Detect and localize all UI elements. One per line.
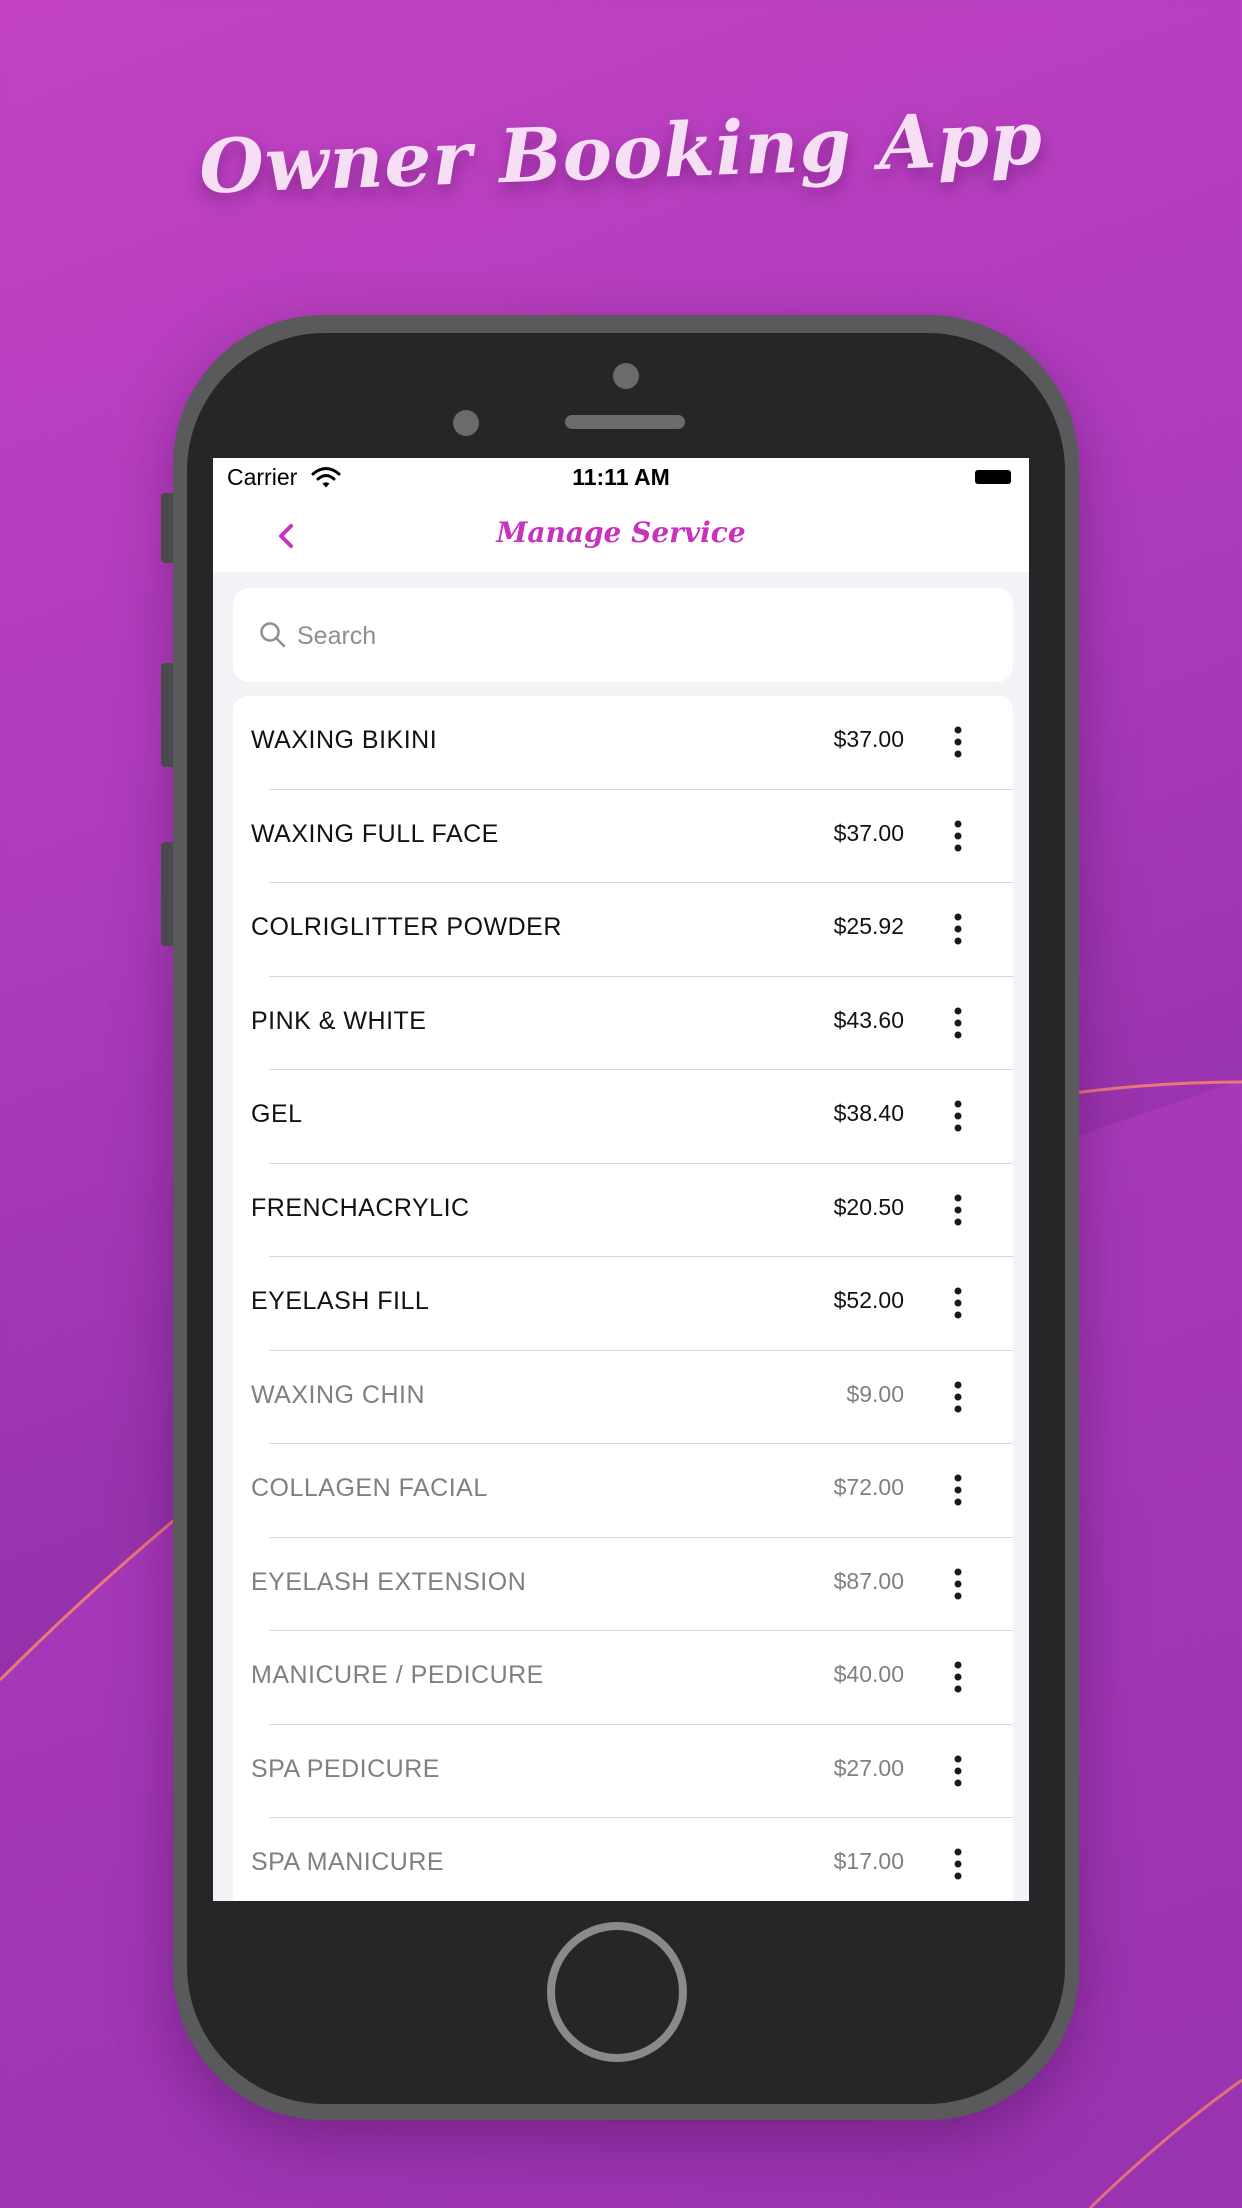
service-name: SPA PEDICURE bbox=[251, 1754, 440, 1783]
navigation-bar: Manage Service bbox=[213, 500, 1029, 572]
more-options-icon[interactable] bbox=[953, 913, 963, 945]
more-options-icon[interactable] bbox=[953, 1287, 963, 1319]
more-options-icon[interactable] bbox=[953, 820, 963, 852]
service-name: GEL bbox=[251, 1100, 303, 1128]
battery-icon bbox=[975, 470, 1011, 484]
service-row[interactable]: COLLAGEN FACIAL $72.00 bbox=[233, 1444, 1013, 1538]
service-price: $52.00 bbox=[833, 1287, 904, 1313]
search-input[interactable] bbox=[295, 610, 979, 662]
service-row[interactable]: MANICURE / PEDICURE $40.00 bbox=[233, 1631, 1013, 1725]
service-row[interactable]: WAXING BIKINI $37.00 bbox=[233, 696, 1013, 790]
service-price: $72.00 bbox=[833, 1474, 904, 1500]
more-options-icon[interactable] bbox=[953, 1381, 963, 1413]
service-price: $40.00 bbox=[833, 1661, 904, 1687]
service-name: WAXING FULL FACE bbox=[251, 819, 499, 848]
service-price: $25.92 bbox=[833, 913, 904, 939]
more-options-icon[interactable] bbox=[953, 1568, 963, 1600]
service-row[interactable]: SPA PEDICURE $27.00 bbox=[233, 1725, 1013, 1818]
service-name: MANICURE / PEDICURE bbox=[251, 1661, 544, 1689]
more-options-icon[interactable] bbox=[953, 1848, 963, 1880]
service-row[interactable]: EYELASH FILL $52.00 bbox=[233, 1257, 1013, 1351]
service-price: $37.00 bbox=[833, 726, 904, 752]
service-name: EYELASH FILL bbox=[251, 1287, 430, 1315]
status-time: 11:11 AM bbox=[572, 464, 670, 490]
search-bar[interactable] bbox=[233, 588, 1013, 682]
status-bar: Carrier 11:11 AM bbox=[213, 458, 1029, 500]
more-options-icon[interactable] bbox=[953, 1755, 963, 1787]
more-options-icon[interactable] bbox=[953, 1194, 963, 1226]
service-name: COLRIGLITTER POWDER bbox=[251, 913, 562, 941]
more-options-icon[interactable] bbox=[953, 1007, 963, 1039]
service-row[interactable]: WAXING CHIN $9.00 bbox=[233, 1351, 1013, 1444]
service-row[interactable]: EYELASH EXTENSION $87.00 bbox=[233, 1538, 1013, 1631]
page-title: Manage Service bbox=[496, 516, 746, 549]
more-options-icon[interactable] bbox=[953, 726, 963, 758]
service-name: PINK & WHITE bbox=[251, 1006, 427, 1035]
service-row[interactable]: COLRIGLITTER POWDER $25.92 bbox=[233, 883, 1013, 977]
service-name: EYELASH EXTENSION bbox=[251, 1567, 527, 1596]
service-price: $87.00 bbox=[833, 1567, 904, 1594]
service-name: SPA MANICURE bbox=[251, 1848, 445, 1876]
more-options-icon[interactable] bbox=[953, 1474, 963, 1506]
volume-up-button bbox=[161, 663, 173, 767]
proximity-sensor bbox=[453, 410, 479, 436]
service-name: WAXING CHIN bbox=[251, 1380, 426, 1409]
more-options-icon[interactable] bbox=[953, 1100, 963, 1132]
service-row[interactable]: PINK & WHITE $43.60 bbox=[233, 977, 1013, 1070]
service-row[interactable]: FRENCHACRYLIC $20.50 bbox=[233, 1164, 1013, 1257]
volume-down-button bbox=[161, 842, 173, 946]
service-name: FRENCHACRYLIC bbox=[251, 1193, 470, 1222]
service-price: $38.40 bbox=[833, 1100, 904, 1126]
front-camera bbox=[613, 363, 639, 389]
home-button[interactable] bbox=[547, 1922, 687, 2062]
service-price: $37.00 bbox=[833, 819, 904, 846]
service-row[interactable]: GEL $38.40 bbox=[233, 1070, 1013, 1164]
service-price: $27.00 bbox=[833, 1754, 904, 1781]
more-options-icon[interactable] bbox=[953, 1661, 963, 1693]
app-screen: Carrier 11:11 AM Manage Service WAXING B… bbox=[213, 458, 1029, 1901]
service-list: WAXING BIKINI $37.00 WAXING FULL FACE $37.0… bbox=[233, 696, 1013, 1901]
service-name: WAXING BIKINI bbox=[251, 726, 438, 754]
service-price: $43.60 bbox=[833, 1006, 904, 1033]
service-price: $20.50 bbox=[833, 1193, 904, 1220]
mute-switch bbox=[161, 493, 173, 563]
service-name: COLLAGEN FACIAL bbox=[251, 1474, 488, 1502]
earpiece-speaker bbox=[565, 415, 685, 429]
service-row[interactable]: SPA MANICURE $17.00 bbox=[233, 1818, 1013, 1901]
service-price: $17.00 bbox=[833, 1848, 904, 1874]
service-price: $9.00 bbox=[846, 1380, 904, 1407]
service-row[interactable]: WAXING FULL FACE $37.00 bbox=[233, 790, 1013, 883]
search-icon bbox=[260, 622, 286, 648]
